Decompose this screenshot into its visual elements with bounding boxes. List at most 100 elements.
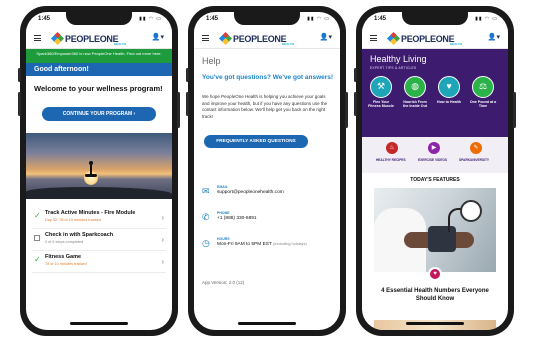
signal-wifi-battery-icon: ▮▮ ◠ ▭	[307, 16, 330, 22]
status-time: 1:45	[206, 16, 219, 22]
user-icon[interactable]: 👤▾	[320, 33, 332, 41]
healthy-living-screen: 1:45 ▮▮ ◠ ▭ PEOPLEONE HEALTH 👤▾ Healthy …	[362, 12, 508, 330]
task-item-active-minutes[interactable]: ✓ Track Active Minutes - Fire Module Day…	[32, 207, 166, 229]
mute-switch	[18, 68, 21, 82]
brand-word: PEOPLEONE	[233, 34, 287, 44]
phone-frame-healthy-living: 1:45 ▮▮ ◠ ▭ PEOPLEONE HEALTH 👤▾ Healthy …	[354, 6, 516, 336]
brand-sub: HEALTH	[450, 42, 462, 46]
check-icon: ✓	[34, 255, 41, 264]
email-value[interactable]: support@peopleonehealth.com	[217, 190, 284, 195]
circle-label[interactable]: Flex Your Fitness Muscle	[367, 100, 395, 108]
features-heading: TODAY'S FEATURES	[410, 177, 460, 183]
status-time: 1:45	[38, 16, 51, 22]
checkbox-empty-icon	[34, 235, 40, 241]
app-bar: PEOPLEONE HEALTH 👤▾	[362, 27, 508, 49]
hours-note: (excluding holidays)	[273, 242, 307, 246]
circle-label[interactable]: Nourish From the Inside Out	[401, 100, 429, 108]
scale-icon[interactable]: ⚖	[472, 76, 494, 98]
apple-icon[interactable]: ◍	[404, 76, 426, 98]
phone-label: PHONE	[217, 211, 230, 215]
app-bar: PEOPLEONE HEALTH 👤▾	[194, 27, 340, 49]
logo-mark-icon	[218, 31, 233, 46]
envelope-icon: ✉	[202, 186, 210, 196]
chevron-right-icon: ›	[161, 213, 164, 222]
task-title: Fitness Game	[45, 254, 82, 260]
power-button	[177, 92, 180, 128]
hero-subtitle: EXPERT TIPS & ARTICLES	[370, 66, 417, 70]
power-button	[513, 92, 516, 128]
phone-frame-home: 1:45 ▮▮ ◠ ▭ PEOPLEONE HEALTH 👤▾ Spark360…	[18, 6, 180, 336]
dumbbell-icon[interactable]: ⚒	[370, 76, 392, 98]
task-item-sparkcoach[interactable]: Check in with Sparkcoach 0 of 6 steps co…	[32, 229, 166, 251]
app-bar: PEOPLEONE HEALTH 👤▾	[26, 27, 172, 49]
brand-word: PEOPLEONE	[401, 34, 455, 44]
article-badge-icon: ♥	[428, 267, 442, 281]
category-strip: ♨ HEALTHY RECIPES ▶ EXERCISE VIDEOS ✎ SP…	[362, 137, 508, 173]
hero-title: Healthy Living	[370, 54, 427, 64]
notch	[234, 12, 300, 25]
meditating-figure	[85, 161, 97, 183]
category-label[interactable]: SPARKUNIVERSITY	[459, 158, 489, 162]
graduation-cap-icon[interactable]: ✎	[470, 142, 482, 154]
task-list: ✓ Track Active Minutes - Fire Module Day…	[26, 207, 172, 273]
rebrand-banner[interactable]: Spark360/Empower360 is now PeopleOne Hea…	[26, 49, 172, 63]
chevron-right-icon: ›	[161, 257, 164, 266]
circle-label[interactable]: How to Health	[435, 100, 463, 104]
home-indicator[interactable]	[238, 322, 296, 325]
recipes-icon[interactable]: ♨	[386, 142, 398, 154]
logo-mark-icon	[50, 31, 65, 46]
category-label[interactable]: HEALTHY RECIPES	[376, 158, 406, 162]
task-title: Check in with Sparkcoach	[45, 232, 114, 238]
rocks	[26, 187, 172, 199]
brand-sub: HEALTH	[114, 42, 126, 46]
hours-text: Mon-Fri 9AM to 5PM EST	[217, 242, 272, 247]
category-label[interactable]: EXERCISE VIDEOS	[418, 158, 447, 162]
help-heading: You've got questions? We've got answers!	[202, 74, 334, 81]
task-sub: 0 of 6 steps completed	[45, 240, 84, 244]
mute-switch	[186, 68, 189, 82]
logo-mark-icon	[386, 31, 401, 46]
home-screen: 1:45 ▮▮ ◠ ▭ PEOPLEONE HEALTH 👤▾ Spark360…	[26, 12, 172, 330]
volume-up-button	[18, 92, 21, 116]
continue-program-button[interactable]: CONTINUE YOUR PROGRAM ›	[42, 107, 156, 121]
user-icon[interactable]: 👤▾	[152, 33, 164, 41]
user-icon[interactable]: 👤▾	[488, 33, 500, 41]
brand-sub: HEALTH	[282, 42, 294, 46]
mute-switch	[354, 68, 357, 82]
home-indicator[interactable]	[406, 322, 464, 325]
feature-title[interactable]: 4 Essential Health Numbers Everyone Shou…	[372, 288, 498, 303]
phone-frame-help: 1:45 ▮▮ ◠ ▭ PEOPLEONE HEALTH 👤▾ Help You…	[186, 6, 348, 336]
healthy-living-hero: Healthy Living EXPERT TIPS & ARTICLES ⚒ …	[362, 49, 508, 137]
email-label: EMAIL	[217, 185, 228, 189]
signal-wifi-battery-icon: ▮▮ ◠ ▭	[139, 16, 162, 22]
faq-button[interactable]: FREQUENTLY ASKED QUESTIONS	[204, 135, 308, 148]
meditation-photo	[26, 133, 172, 199]
chevron-right-icon: ›	[161, 235, 164, 244]
status-time: 1:45	[374, 16, 387, 22]
volume-up-button	[186, 92, 189, 116]
task-title: Track Active Minutes - Fire Module	[45, 210, 136, 216]
heart-icon[interactable]: ♥	[438, 76, 460, 98]
check-icon: ✓	[34, 211, 41, 220]
phone-icon: ✆	[202, 212, 210, 222]
continue-program-label: CONTINUE YOUR PROGRAM	[62, 111, 133, 117]
clock-icon: ◷	[202, 238, 210, 248]
task-item-fitness-game[interactable]: ✓ Fitness Game 78 of 10 minutes tracked …	[32, 251, 166, 273]
hamburger-icon[interactable]	[202, 35, 209, 41]
feature-photo[interactable]	[374, 188, 496, 272]
greeting-bar: Good afternoon!	[26, 63, 172, 76]
volume-up-button	[354, 92, 357, 116]
video-icon[interactable]: ▶	[428, 142, 440, 154]
hours-label: HOURS	[217, 237, 230, 241]
task-sub: Day 32: 78 of 10 minutes tracked	[45, 218, 101, 222]
task-sub: 78 of 10 minutes tracked	[45, 262, 87, 266]
hamburger-icon[interactable]	[370, 35, 377, 41]
circle-label[interactable]: One Pound at a Time	[469, 100, 497, 108]
brand-word: PEOPLEONE	[65, 34, 119, 44]
pressure-gauge	[460, 200, 482, 222]
hamburger-icon[interactable]	[34, 35, 41, 41]
home-indicator[interactable]	[70, 322, 128, 325]
power-button	[345, 92, 348, 128]
phone-value[interactable]: +1 (888) 330-6891	[217, 216, 257, 221]
hours-value: Mon-Fri 9AM to 5PM EST (excluding holida…	[217, 242, 307, 247]
